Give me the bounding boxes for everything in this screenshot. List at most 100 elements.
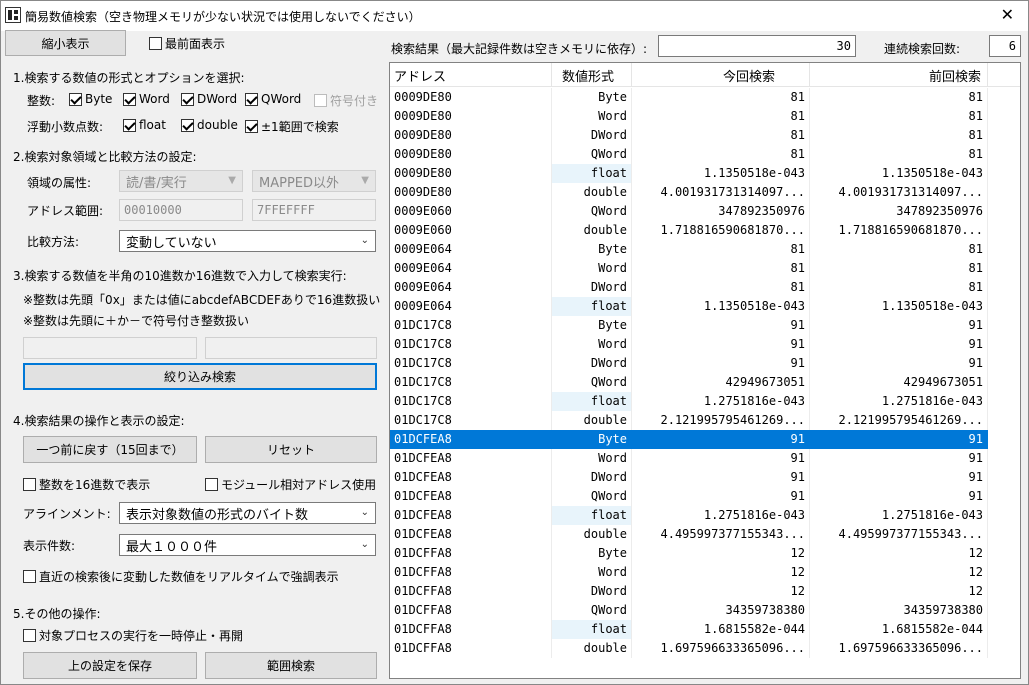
region-attr-select[interactable]: 読/書/実行 ▼ xyxy=(119,170,243,192)
region-type-select[interactable]: MAPPED以外 ▼ xyxy=(252,170,376,192)
table-row[interactable]: 0009E064 Byte 81 81 xyxy=(390,240,1020,259)
cell-current: 42949673051 xyxy=(632,373,810,392)
table-row[interactable]: 0009DE80 Word 81 81 xyxy=(390,107,1020,126)
chk-range[interactable]: ±1範囲で検索 xyxy=(245,118,339,135)
column-header-previous[interactable]: 前回検索 xyxy=(810,63,988,87)
cell-type: double xyxy=(552,221,632,240)
cell-address: 0009DE80 xyxy=(390,88,552,107)
cell-current: 347892350976 xyxy=(632,202,810,221)
pause-process-checkbox[interactable]: 対象プロセスの実行を一時停止・再開 xyxy=(23,627,243,644)
chk-double-box[interactable] xyxy=(181,118,194,132)
compare-select[interactable]: 変動していない ⌄ xyxy=(119,230,376,252)
chk-qword[interactable]: QWord xyxy=(245,92,301,106)
topmost-box[interactable] xyxy=(149,37,162,50)
table-row[interactable]: 0009DE80 DWord 81 81 xyxy=(390,126,1020,145)
table-row[interactable]: 01DCFFA8 Word 12 12 xyxy=(390,563,1020,582)
table-row[interactable]: 01DCFFA8 DWord 12 12 xyxy=(390,582,1020,601)
chk-word[interactable]: Word xyxy=(123,92,170,106)
table-row[interactable]: 01DCFEA8 double 4.495997377155343... 4.4959… xyxy=(390,525,1020,544)
cell-type: double xyxy=(552,411,632,430)
table-row[interactable]: 0009E064 Word 81 81 xyxy=(390,259,1020,278)
table-row[interactable]: 0009E060 double 1.718816590681870... 1.7188… xyxy=(390,221,1020,240)
reset-button[interactable]: リセット xyxy=(205,436,377,463)
chk-dword[interactable]: DWord xyxy=(181,92,237,106)
table-row[interactable]: 01DCFFA8 Byte 12 12 xyxy=(390,544,1020,563)
chk-range-box[interactable] xyxy=(245,120,258,133)
close-icon[interactable]: ✕ xyxy=(1001,5,1014,24)
narrow-search-button[interactable]: 絞り込み検索 xyxy=(23,363,377,390)
chk-signed[interactable]: 符号付き xyxy=(314,92,378,109)
cell-previous: 34359738380 xyxy=(810,601,988,620)
table-row[interactable]: 01DC17C8 DWord 91 91 xyxy=(390,354,1020,373)
chk-float[interactable]: float xyxy=(123,118,166,132)
chk-range-label: ±1範囲で検索 xyxy=(261,120,339,134)
cell-current: 91 xyxy=(632,430,810,449)
cell-address: 01DCFFA8 xyxy=(390,639,552,658)
realtime-highlight-box[interactable] xyxy=(23,570,36,583)
table-row[interactable]: 0009E060 QWord 347892350976 347892350976 xyxy=(390,202,1020,221)
cell-current: 91 xyxy=(632,354,810,373)
chk-float-box[interactable] xyxy=(123,118,136,132)
chk-byte[interactable]: Byte xyxy=(69,92,112,106)
search-value-input-2[interactable] xyxy=(205,337,377,359)
table-row[interactable]: 0009DE80 QWord 81 81 xyxy=(390,145,1020,164)
topmost-checkbox[interactable]: 最前面表示 xyxy=(149,35,225,52)
chk-dword-box[interactable] xyxy=(181,92,194,106)
chk-word-box[interactable] xyxy=(123,92,136,106)
cell-current: 4.001931731314097... xyxy=(632,183,810,202)
results-list[interactable]: アドレス 数値形式 今回検索 前回検索 0009DE80 Byte 81 81 0009… xyxy=(389,62,1021,679)
addr-from-field[interactable]: 00010000 xyxy=(119,199,243,221)
column-header-type[interactable]: 数値形式 xyxy=(552,63,632,87)
cell-type: double xyxy=(552,639,632,658)
table-row[interactable]: 0009E064 DWord 81 81 xyxy=(390,278,1020,297)
table-row[interactable]: 01DCFFA8 QWord 34359738380 34359738380 xyxy=(390,601,1020,620)
section3-title: 3.検索する数値を半角の10進数か16進数で入力して検索実行: xyxy=(13,269,347,283)
align-select[interactable]: 表示対象数値の形式のバイト数 ⌄ xyxy=(119,502,376,524)
cell-previous: 4.495997377155343... xyxy=(810,525,988,544)
chk-float-label: float xyxy=(139,118,166,132)
save-settings-button[interactable]: 上の設定を保存 xyxy=(23,652,197,679)
cell-address: 0009E064 xyxy=(390,259,552,278)
search-count-field[interactable]: 6 xyxy=(989,35,1021,57)
undo-button[interactable]: 一つ前に戻す（15回まで） xyxy=(23,436,197,463)
cell-type: QWord xyxy=(552,601,632,620)
table-row[interactable]: 01DC17C8 double 2.121995795461269... 2.1219… xyxy=(390,411,1020,430)
table-row[interactable]: 0009DE80 double 4.001931731314097... 4.0019… xyxy=(390,183,1020,202)
chk-double[interactable]: double xyxy=(181,118,238,132)
table-row[interactable]: 01DC17C8 Word 91 91 xyxy=(390,335,1020,354)
chk-byte-box[interactable] xyxy=(69,92,82,106)
chk-signed-box[interactable] xyxy=(314,94,327,107)
table-row[interactable]: 0009DE80 Byte 81 81 xyxy=(390,88,1020,107)
search-value-input-1[interactable] xyxy=(23,337,197,359)
table-row[interactable]: 01DCFEA8 float 1.2751816e-043 1.2751816e-04… xyxy=(390,506,1020,525)
app-icon xyxy=(5,7,21,23)
table-row[interactable]: 01DCFEA8 QWord 91 91 xyxy=(390,487,1020,506)
table-row[interactable]: 01DCFEA8 DWord 91 91 xyxy=(390,468,1020,487)
table-row[interactable]: 01DC17C8 float 1.2751816e-043 1.2751816e-04… xyxy=(390,392,1020,411)
column-header-address[interactable]: アドレス xyxy=(390,63,552,87)
module-relative-box[interactable] xyxy=(205,478,218,491)
table-row[interactable]: 0009E064 float 1.1350518e-043 1.1350518e-04… xyxy=(390,297,1020,316)
hex-display-box[interactable] xyxy=(23,478,36,491)
count-select[interactable]: 最大１０００件 ⌄ xyxy=(119,534,376,556)
column-header-current[interactable]: 今回検索 xyxy=(632,63,810,87)
table-row[interactable]: 01DC17C8 QWord 42949673051 42949673051 xyxy=(390,373,1020,392)
cell-previous: 42949673051 xyxy=(810,373,988,392)
module-relative-checkbox[interactable]: モジュール相対アドレス使用 xyxy=(205,476,376,493)
table-row[interactable]: 01DCFEA8 Word 91 91 xyxy=(390,449,1020,468)
max-records-field[interactable]: 30 xyxy=(658,35,856,57)
range-search-button[interactable]: 範囲検索 xyxy=(205,652,377,679)
addr-to-field[interactable]: 7FFEFFFF xyxy=(252,199,376,221)
chk-qword-box[interactable] xyxy=(245,92,258,106)
table-row[interactable]: 01DCFFA8 float 1.6815582e-044 1.6815582e-04… xyxy=(390,620,1020,639)
table-row[interactable]: 01DCFEA8 Byte 91 91 xyxy=(390,430,1020,449)
hex-display-checkbox[interactable]: 整数を16進数で表示 xyxy=(23,476,150,493)
cell-address: 01DCFEA8 xyxy=(390,487,552,506)
shrink-view-button[interactable]: 縮小表示 xyxy=(5,30,126,56)
table-row[interactable]: 0009DE80 float 1.1350518e-043 1.1350518e-04… xyxy=(390,164,1020,183)
realtime-highlight-checkbox[interactable]: 直近の検索後に変動した数値をリアルタイムで強調表示 xyxy=(23,568,339,585)
table-row[interactable]: 01DC17C8 Byte 91 91 xyxy=(390,316,1020,335)
pause-process-box[interactable] xyxy=(23,629,36,642)
cell-type: DWord xyxy=(552,354,632,373)
table-row[interactable]: 01DCFFA8 double 1.697596633365096... 1.6975… xyxy=(390,639,1020,658)
